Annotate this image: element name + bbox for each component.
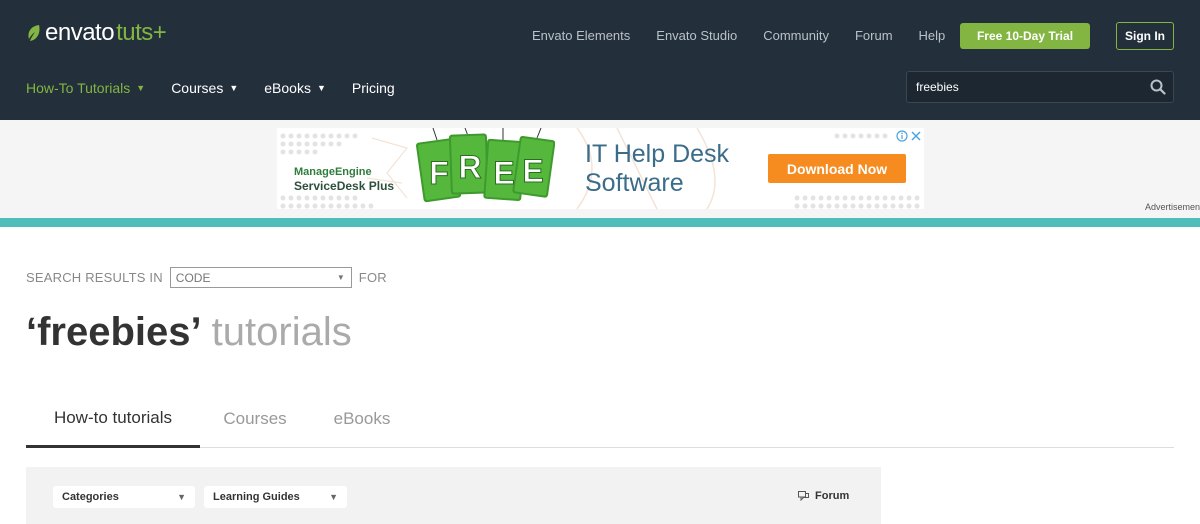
- nav-label: eBooks: [264, 80, 311, 96]
- ad-brand-manageengine: ManageEngine: [294, 166, 372, 178]
- topnav-envato-elements[interactable]: Envato Elements: [532, 28, 630, 44]
- search-scope-select[interactable]: CODE ▼: [169, 267, 352, 288]
- free-letter-3: E: [493, 155, 514, 191]
- filter-panel: Categories ▼ Learning Guides ▼ Forum: [26, 467, 881, 524]
- chevron-down-icon: ▼: [316, 83, 326, 93]
- search-scope-line: SEARCH RESULTS IN CODE ▼ FOR: [26, 267, 387, 288]
- free-letter-2: R: [458, 149, 481, 185]
- ad-headline-line2: Software: [585, 169, 684, 197]
- ad-download-button[interactable]: Download Now: [768, 154, 906, 183]
- forum-label: Forum: [815, 490, 850, 502]
- free-letter-4: E: [522, 153, 543, 189]
- nav-how-to-tutorials[interactable]: How-To Tutorials ▼: [26, 80, 145, 96]
- chevron-down-icon: ▼: [177, 492, 186, 502]
- site-header: envato tuts+ Envato Elements Envato Stud…: [0, 0, 1200, 120]
- dropdown-arrow-icon: ▼: [336, 273, 345, 282]
- ad-brand-servicedesk: ServiceDesk Plus: [294, 179, 395, 193]
- top-navigation: Envato Elements Envato Studio Community …: [532, 28, 971, 44]
- nav-label: How-To Tutorials: [26, 80, 131, 96]
- adchoices-icon[interactable]: [896, 130, 922, 142]
- nav-label: Pricing: [351, 80, 395, 96]
- envato-tuts-logo[interactable]: envato tuts+: [26, 19, 167, 46]
- tab-courses[interactable]: Courses: [206, 390, 304, 448]
- learning-guides-label: Learning Guides: [213, 491, 300, 503]
- advertisement-banner[interactable]: ManageEngine ServiceDesk Plus F R E E IT…: [277, 128, 924, 209]
- categories-label: Categories: [62, 491, 119, 503]
- search-icon[interactable]: [1143, 72, 1173, 102]
- learning-guides-dropdown[interactable]: Learning Guides ▼: [204, 486, 347, 508]
- topnav-help[interactable]: Help: [919, 28, 946, 44]
- search-input[interactable]: [907, 80, 1143, 94]
- search-query: ‘freebies’: [26, 310, 202, 354]
- result-type-label: tutorials: [211, 310, 352, 354]
- topnav-community[interactable]: Community: [763, 28, 829, 44]
- sign-in-button[interactable]: Sign In: [1116, 22, 1174, 50]
- advertisement-label: Advertisement: [1145, 202, 1200, 212]
- tab-how-to-tutorials[interactable]: How-to tutorials: [26, 390, 200, 448]
- brand-sub: tuts+: [116, 19, 167, 46]
- chevron-down-icon: ▼: [329, 492, 338, 502]
- chevron-down-icon: ▼: [229, 83, 239, 93]
- results-tabs: How-to tutorials Courses eBooks: [26, 390, 1174, 448]
- search-results-suffix: FOR: [358, 270, 387, 285]
- search-results-prefix: SEARCH RESULTS IN: [26, 270, 163, 285]
- free-trial-button[interactable]: Free 10-Day Trial: [960, 23, 1090, 49]
- nav-courses[interactable]: Courses ▼: [171, 80, 238, 96]
- chevron-down-icon: ▼: [136, 83, 146, 93]
- search-box: [906, 71, 1174, 103]
- ad-headline-line1: IT Help Desk: [585, 140, 730, 168]
- tab-ebooks[interactable]: eBooks: [316, 390, 408, 448]
- main-navigation: How-To Tutorials ▼ Courses ▼ eBooks ▼ Pr…: [26, 80, 421, 96]
- chat-bubble-icon: [798, 491, 809, 501]
- brand-name: envato: [45, 19, 115, 46]
- free-tags-graphic: F R E E: [415, 128, 555, 203]
- forum-link[interactable]: Forum: [798, 490, 849, 502]
- categories-dropdown[interactable]: Categories ▼: [53, 486, 195, 508]
- leaf-icon: [28, 25, 40, 41]
- topnav-forum[interactable]: Forum: [855, 28, 893, 44]
- nav-label: Courses: [171, 80, 224, 96]
- nav-pricing[interactable]: Pricing: [352, 80, 395, 96]
- free-letter-1: F: [429, 155, 449, 191]
- teal-divider: [0, 218, 1200, 227]
- search-scope-value: CODE: [175, 270, 211, 285]
- nav-ebooks[interactable]: eBooks ▼: [264, 80, 326, 96]
- topnav-envato-studio[interactable]: Envato Studio: [656, 28, 737, 44]
- page-title: ‘freebies’ tutorials: [26, 308, 352, 356]
